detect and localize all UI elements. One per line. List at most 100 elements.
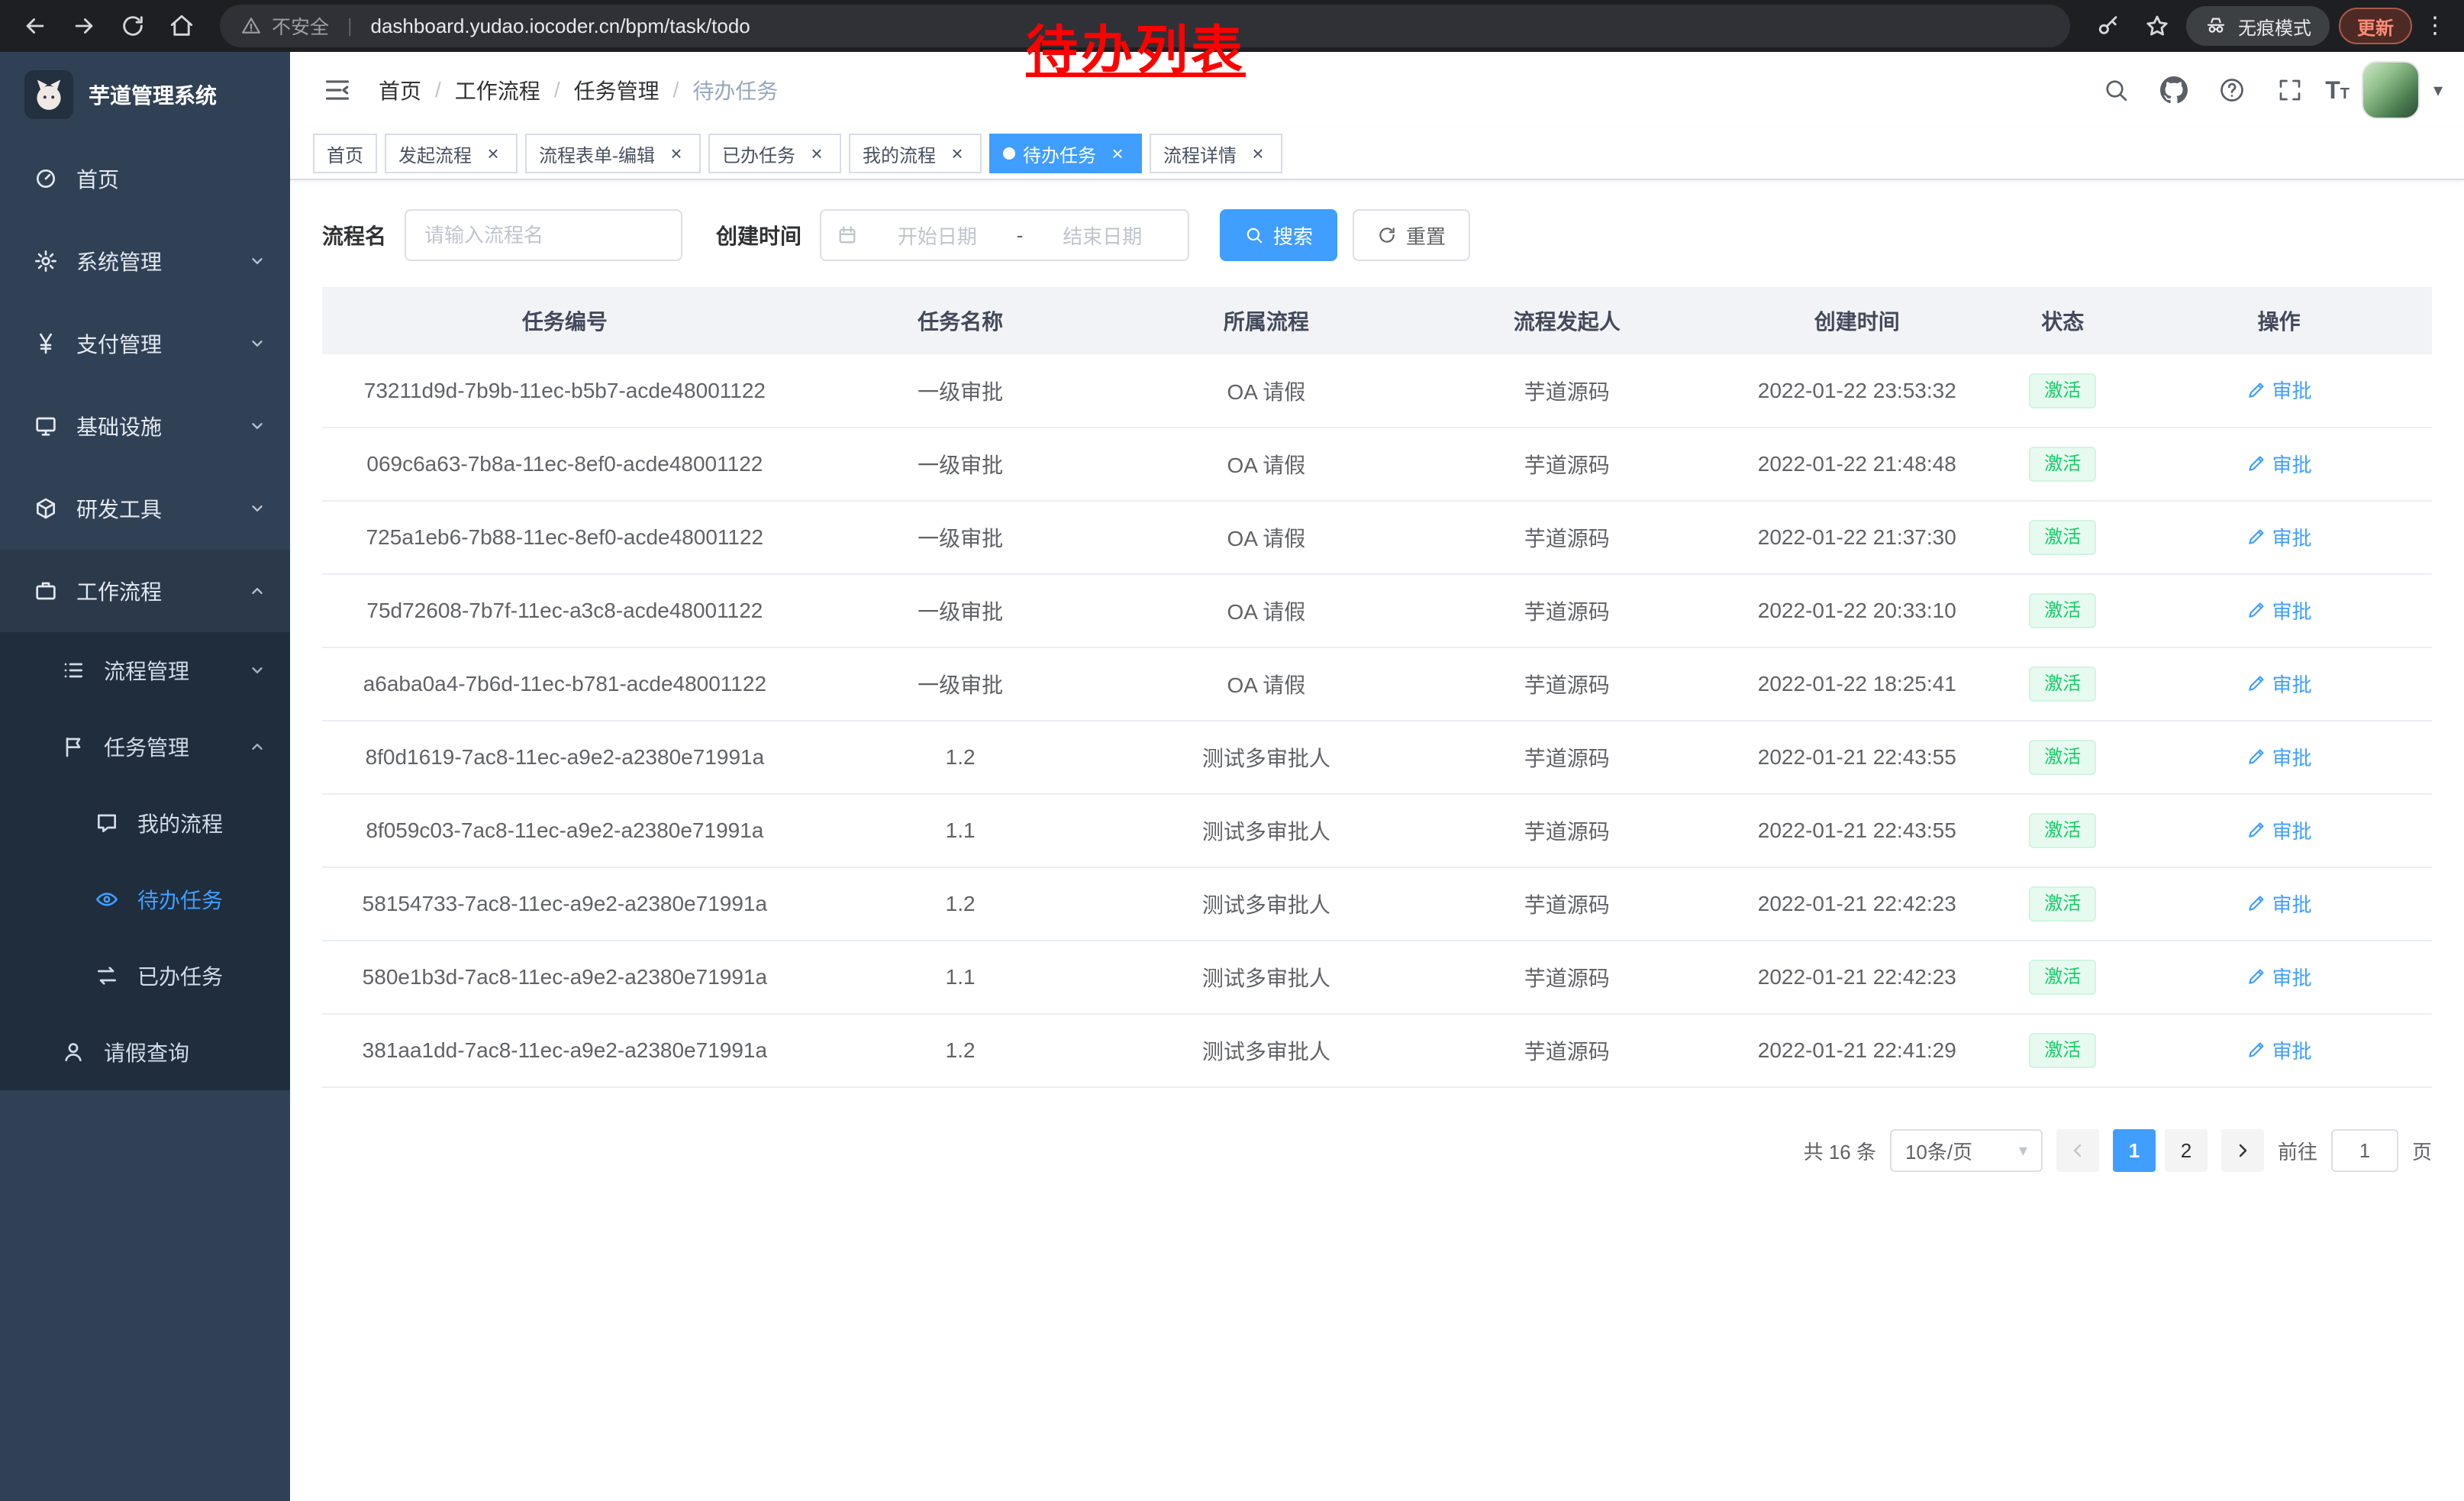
avatar-caret-icon[interactable]: ▾ <box>2433 79 2443 102</box>
tab-待办任务[interactable]: 待办任务× <box>989 134 1142 173</box>
breadcrumb-item[interactable]: 工作流程 <box>455 75 540 105</box>
sidebar-item-home[interactable]: 首页 <box>0 137 290 220</box>
key-icon[interactable] <box>2088 6 2128 46</box>
sidebar-item-my-process[interactable]: 我的流程 <box>0 785 290 861</box>
sidebar-item-todo-task[interactable]: 待办任务 <box>0 861 290 938</box>
sidebar-item-process-mgmt[interactable]: 流程管理 <box>0 632 290 709</box>
github-icon[interactable] <box>2151 67 2197 113</box>
approve-label: 审批 <box>2272 670 2312 698</box>
tab-已办任务[interactable]: 已办任务× <box>708 134 841 173</box>
sidebar-item-workflow[interactable]: 工作流程 <box>0 550 290 632</box>
sidebar-item-system[interactable]: 系统管理 <box>0 220 290 302</box>
help-icon[interactable] <box>2209 67 2255 113</box>
home-icon[interactable] <box>162 6 202 46</box>
date-range-picker[interactable]: 开始日期 - 结束日期 <box>820 209 1189 261</box>
sidebar-item-label: 研发工具 <box>76 493 162 524</box>
tab-我的流程[interactable]: 我的流程× <box>849 134 982 173</box>
task-id: 58154733-7ac8-11ec-a9e2-a2380e71991a <box>322 867 808 941</box>
font-size-icon[interactable]: TT <box>2325 76 2350 105</box>
refresh-icon[interactable] <box>113 6 153 46</box>
approve-link[interactable]: 审批 <box>2246 1036 2312 1064</box>
edit-icon <box>2246 454 2266 473</box>
task-name: 1.2 <box>808 867 1114 941</box>
breadcrumb-item-current: 待办任务 <box>692 75 778 105</box>
tab-close-icon[interactable]: × <box>947 143 968 164</box>
tab-close-icon[interactable]: × <box>1107 143 1128 164</box>
breadcrumb: 首页 / 工作流程 / 任务管理 / 待办任务 <box>379 75 778 105</box>
status-cell: 激活 <box>1999 867 2126 941</box>
tab-close-icon[interactable]: × <box>1247 143 1269 164</box>
approve-link[interactable]: 审批 <box>2246 816 2312 844</box>
prev-page-button[interactable] <box>2056 1129 2099 1172</box>
sidebar-item-label: 流程管理 <box>104 655 189 686</box>
page-size-select[interactable]: 10条/页 ▾ <box>1890 1129 2043 1172</box>
reset-button[interactable]: 重置 <box>1353 209 1470 261</box>
swap-arrows-icon <box>95 964 119 988</box>
approve-label: 审批 <box>2272 523 2312 551</box>
sidebar-item-task-mgmt[interactable]: 任务管理 <box>0 709 290 785</box>
search-icon[interactable] <box>2093 67 2139 113</box>
table-header-row: 任务编号任务名称所属流程流程发起人创建时间状态操作 <box>322 287 2432 354</box>
process-starter: 芋道源码 <box>1419 428 1714 501</box>
tab-发起流程[interactable]: 发起流程× <box>385 134 518 173</box>
back-icon[interactable] <box>15 6 55 46</box>
action-cell: 审批 <box>2126 574 2432 647</box>
approve-link[interactable]: 审批 <box>2246 523 2312 551</box>
approve-link[interactable]: 审批 <box>2246 450 2312 478</box>
status-badge: 激活 <box>2029 1033 2096 1068</box>
tab-首页[interactable]: 首页 <box>313 134 377 173</box>
tags-view: 首页发起流程×流程表单-编辑×已办任务×我的流程×待办任务×流程详情× <box>290 128 2464 180</box>
main-area: 首页 / 工作流程 / 任务管理 / 待办任务 <box>290 52 2464 1501</box>
browser-menu-icon[interactable]: ⋮ <box>2421 15 2449 37</box>
edit-icon <box>2246 820 2266 840</box>
action-cell: 审批 <box>2126 721 2432 794</box>
avatar[interactable] <box>2362 61 2420 119</box>
page-button-2[interactable]: 2 <box>2165 1129 2208 1172</box>
tab-close-icon[interactable]: × <box>806 143 827 164</box>
update-button[interactable]: 更新 <box>2339 8 2412 44</box>
task-name: 1.2 <box>808 1014 1114 1087</box>
column-header: 任务编号 <box>322 287 808 354</box>
process-starter: 芋道源码 <box>1419 501 1714 574</box>
cube-icon <box>34 496 58 521</box>
edit-icon <box>2246 747 2266 767</box>
breadcrumb-item[interactable]: 首页 <box>379 75 421 105</box>
chevron-down-icon <box>249 253 266 270</box>
approve-label: 审批 <box>2272 596 2312 625</box>
breadcrumb-item[interactable]: 任务管理 <box>574 75 660 105</box>
approve-link[interactable]: 审批 <box>2246 889 2312 918</box>
goto-page-input[interactable] <box>2331 1129 2398 1172</box>
tab-close-icon[interactable]: × <box>666 143 687 164</box>
sidebar-item-pay[interactable]: 支付管理 <box>0 302 290 385</box>
next-page-button[interactable] <box>2221 1129 2264 1172</box>
approve-link[interactable]: 审批 <box>2246 743 2312 771</box>
approve-link[interactable]: 审批 <box>2246 670 2312 698</box>
tab-close-icon[interactable]: × <box>482 143 504 164</box>
fullscreen-icon[interactable] <box>2267 67 2313 113</box>
forward-icon[interactable] <box>64 6 104 46</box>
chevron-down-icon <box>249 500 266 517</box>
sidebar-item-infra[interactable]: 基础设施 <box>0 385 290 467</box>
sidebar-item-done-task[interactable]: 已办任务 <box>0 938 290 1014</box>
action-cell: 审批 <box>2126 1014 2432 1087</box>
sidebar-item-leave-query[interactable]: 请假查询 <box>0 1014 290 1090</box>
search-button[interactable]: 搜索 <box>1220 209 1337 261</box>
page-button-1[interactable]: 1 <box>2113 1129 2156 1172</box>
status-badge: 激活 <box>2029 373 2096 408</box>
tab-流程表单-编辑[interactable]: 流程表单-编辑× <box>525 134 701 173</box>
tab-流程详情[interactable]: 流程详情× <box>1150 134 1282 173</box>
column-header: 操作 <box>2126 287 2432 354</box>
sidebar-item-tools[interactable]: 研发工具 <box>0 467 290 550</box>
sidebar-item-label: 系统管理 <box>76 246 162 276</box>
approve-link[interactable]: 审批 <box>2246 963 2312 991</box>
logo[interactable]: 芋道管理系统 <box>0 52 290 137</box>
approve-link[interactable]: 审批 <box>2246 596 2312 625</box>
sidebar-toggle-icon[interactable] <box>311 64 363 116</box>
task-id: 580e1b3d-7ac8-11ec-a9e2-a2380e71991a <box>322 941 808 1014</box>
process-name-input[interactable] <box>405 209 682 261</box>
approve-link[interactable]: 审批 <box>2246 376 2312 404</box>
task-name: 一级审批 <box>808 501 1114 574</box>
refresh-icon <box>1377 225 1397 245</box>
bookmark-star-icon[interactable] <box>2137 6 2177 46</box>
gear-icon <box>34 249 58 273</box>
